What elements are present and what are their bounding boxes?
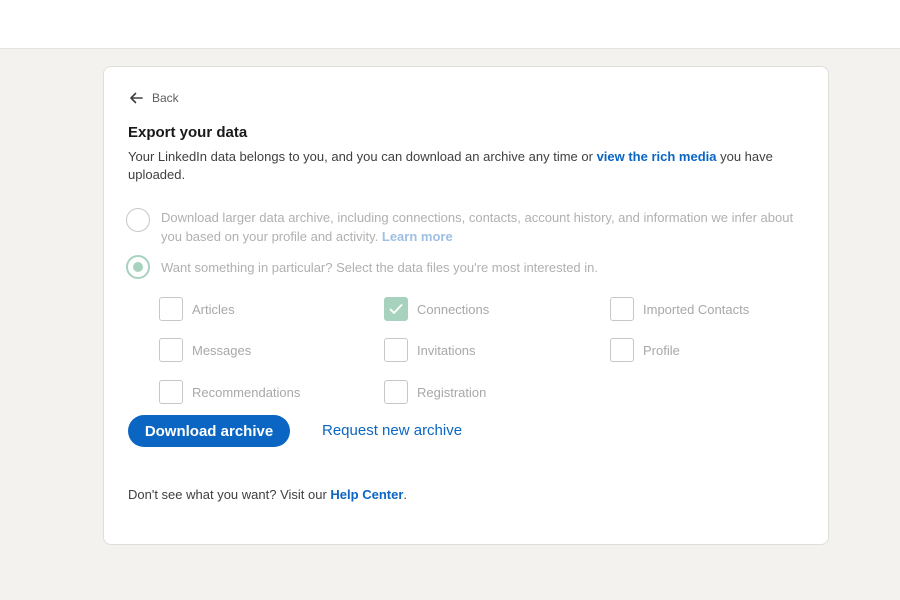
checkbox-item-messages[interactable]: Messages [159, 338, 251, 362]
checkbox-label: Imported Contacts [643, 301, 750, 317]
full-archive-description: Download larger data archive, including … [161, 210, 794, 244]
invitations-checkbox[interactable] [384, 338, 408, 362]
messages-checkbox[interactable] [159, 338, 183, 362]
full-archive-text: Download larger data archive, including … [161, 208, 816, 246]
view-rich-media-link[interactable]: view the rich media [597, 149, 717, 164]
footer-period: . [403, 487, 408, 502]
checkbox-label: Profile [643, 342, 680, 358]
footer-text: Don't see what you want? Visit our [128, 487, 331, 502]
checkbox-label: Connections [417, 301, 490, 317]
checkbox-label: Recommendations [192, 384, 301, 400]
full-archive-option[interactable]: Download larger data archive, including … [126, 208, 816, 246]
page-description: Your LinkedIn data belongs to you, and y… [128, 148, 798, 184]
checkbox-item-imported-contacts[interactable]: Imported Contacts [610, 297, 749, 321]
export-data-card: Back Export your data Your LinkedIn data… [103, 66, 829, 545]
arrow-left-icon [130, 92, 143, 104]
recommendations-checkbox[interactable] [159, 380, 183, 404]
data-files-checkbox-grid: Articles Connections Imported Contacts M… [159, 297, 799, 413]
checkbox-item-recommendations[interactable]: Recommendations [159, 380, 300, 404]
particular-files-text: Want something in particular? Select the… [161, 259, 598, 275]
checkbox-item-profile[interactable]: Profile [610, 338, 680, 362]
request-new-archive-button[interactable]: Request new archive [322, 422, 462, 439]
checkbox-item-invitations[interactable]: Invitations [384, 338, 476, 362]
checkbox-label: Invitations [417, 342, 476, 358]
particular-files-radio[interactable] [126, 255, 150, 279]
checkbox-label: Messages [192, 342, 252, 358]
registration-checkbox[interactable] [384, 380, 408, 404]
back-label: Back [152, 91, 179, 105]
back-link[interactable]: Back [128, 90, 179, 106]
page-title: Export your data [128, 124, 248, 141]
checkbox-item-articles[interactable]: Articles [159, 297, 235, 321]
checkmark-icon [389, 304, 403, 314]
connections-checkbox[interactable] [384, 297, 408, 321]
help-center-link[interactable]: Help Center [330, 487, 403, 502]
articles-checkbox[interactable] [159, 297, 183, 321]
checkbox-item-registration[interactable]: Registration [384, 380, 486, 404]
checkbox-label: Registration [417, 384, 487, 400]
profile-checkbox[interactable] [610, 338, 634, 362]
help-footer: Don't see what you want? Visit our Help … [128, 487, 407, 502]
particular-files-option[interactable]: Want something in particular? Select the… [126, 255, 598, 279]
checkbox-label: Articles [192, 301, 235, 317]
top-nav-bar [0, 0, 900, 49]
description-text: Your LinkedIn data belongs to you, and y… [128, 149, 597, 164]
imported-contacts-checkbox[interactable] [610, 297, 634, 321]
checkbox-item-connections[interactable]: Connections [384, 297, 489, 321]
download-archive-button[interactable]: Download archive [128, 415, 290, 447]
full-archive-radio[interactable] [126, 208, 150, 232]
learn-more-link[interactable]: Learn more [382, 229, 453, 244]
